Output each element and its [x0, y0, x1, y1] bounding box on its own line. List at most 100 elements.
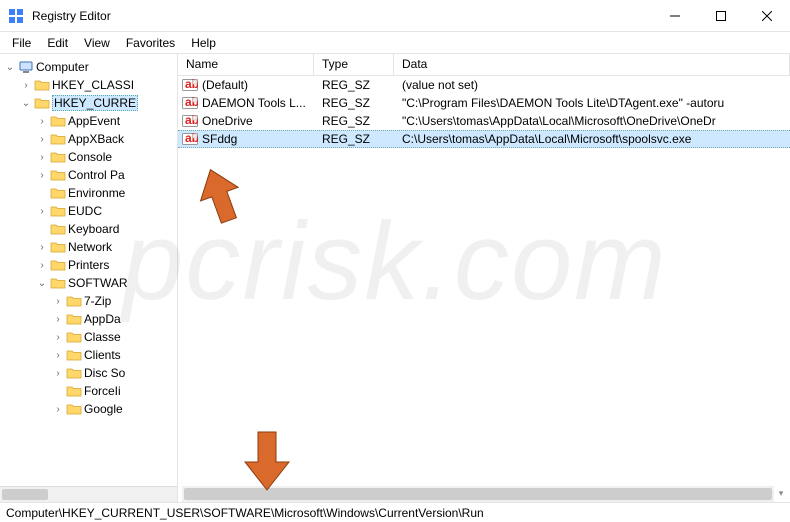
chevron-right-icon[interactable]: [36, 260, 48, 271]
tree-item-label: Clients: [84, 348, 121, 362]
close-button[interactable]: [744, 0, 790, 31]
tree-item-label: SOFTWAR: [68, 276, 128, 290]
value-name: (Default): [202, 78, 248, 92]
cell-type: REG_SZ: [314, 78, 394, 92]
chevron-right-icon[interactable]: [36, 152, 48, 163]
folder-icon: [50, 113, 66, 129]
chevron-down-icon[interactable]: [20, 98, 32, 109]
tree-item[interactable]: HKEY_CLASSI: [0, 76, 177, 94]
cell-data: "C:\Users\tomas\AppData\Local\Microsoft\…: [394, 114, 790, 128]
tree-item[interactable]: Keyboard: [0, 220, 177, 238]
tree-item[interactable]: 7-Zip: [0, 292, 177, 310]
list-row[interactable]: DAEMON Tools L... REG_SZ"C:\Program Files…: [178, 94, 790, 112]
registry-tree[interactable]: Computer HKEY_CLASSIHKEY_CURREAppEvent App…: [0, 54, 178, 502]
tree-item-label: Classe: [84, 330, 121, 344]
scrollbar-thumb[interactable]: [184, 488, 772, 500]
minimize-button[interactable]: [652, 0, 698, 31]
chevron-right-icon[interactable]: [36, 170, 48, 181]
chevron-right-icon[interactable]: [36, 242, 48, 253]
chevron-right-icon[interactable]: [52, 350, 64, 361]
status-path: Computer\HKEY_CURRENT_USER\SOFTWARE\Micr…: [6, 506, 484, 520]
col-header-type[interactable]: Type: [314, 54, 394, 75]
folder-icon: [50, 257, 66, 273]
folder-icon: [50, 167, 66, 183]
scrollbar-thumb[interactable]: [2, 489, 48, 500]
chevron-right-icon[interactable]: [52, 404, 64, 415]
folder-icon: [50, 149, 66, 165]
list-row[interactable]: (Default)REG_SZ(value not set): [178, 76, 790, 94]
cell-type: REG_SZ: [314, 114, 394, 128]
folder-icon: [50, 221, 66, 237]
tree-item-label: AppXBack: [68, 132, 124, 146]
tree-item[interactable]: Network: [0, 238, 177, 256]
tree-hscrollbar[interactable]: [0, 486, 177, 502]
chevron-right-icon[interactable]: [52, 332, 64, 343]
tree-item[interactable]: Printers: [0, 256, 177, 274]
string-value-icon: [182, 77, 198, 93]
tree-item-label: Keyboard: [68, 222, 119, 236]
folder-icon: [50, 185, 66, 201]
cell-type: REG_SZ: [314, 96, 394, 110]
tree-item[interactable]: ForceIi: [0, 382, 177, 400]
folder-icon: [66, 311, 82, 327]
value-name: DAEMON Tools L...: [202, 96, 306, 110]
chevron-right-icon[interactable]: [36, 116, 48, 127]
string-value-icon: [182, 95, 198, 111]
chevron-right-icon[interactable]: [52, 296, 64, 307]
tree-item-label: Computer: [36, 60, 89, 74]
value-list-pane: Name Type Data (Default)REG_SZ(value not…: [178, 54, 790, 502]
chevron-down-icon[interactable]: [4, 62, 16, 73]
tree-item[interactable]: Google: [0, 400, 177, 418]
tree-item[interactable]: AppEvent: [0, 112, 177, 130]
col-header-data[interactable]: Data: [394, 54, 790, 75]
menu-edit[interactable]: Edit: [41, 34, 74, 52]
menu-bar: File Edit View Favorites Help: [0, 32, 790, 54]
chevron-right-icon[interactable]: [20, 80, 32, 91]
maximize-button[interactable]: [698, 0, 744, 31]
tree-item[interactable]: Clients: [0, 346, 177, 364]
menu-file[interactable]: File: [6, 34, 37, 52]
cell-type: REG_SZ: [314, 132, 394, 146]
value-name: OneDrive: [202, 114, 253, 128]
chevron-down-icon[interactable]: [36, 278, 48, 289]
chevron-right-icon[interactable]: [36, 206, 48, 217]
tree-item[interactable]: Disc So: [0, 364, 177, 382]
tree-item[interactable]: AppXBack: [0, 130, 177, 148]
col-header-name[interactable]: Name: [178, 54, 314, 75]
tree-item[interactable]: Console: [0, 148, 177, 166]
window-title: Registry Editor: [32, 9, 652, 23]
tree-item[interactable]: Environme: [0, 184, 177, 202]
tree-item[interactable]: Control Pa: [0, 166, 177, 184]
tree-item-label: Printers: [68, 258, 109, 272]
tree-item-label: 7-Zip: [84, 294, 111, 308]
cell-data: "C:\Program Files\DAEMON Tools Lite\DTAg…: [394, 96, 790, 110]
title-bar: Registry Editor: [0, 0, 790, 32]
chevron-right-icon[interactable]: [52, 314, 64, 325]
menu-help[interactable]: Help: [185, 34, 222, 52]
tree-item-label: Environme: [68, 186, 125, 200]
folder-icon: [34, 95, 50, 111]
folder-icon: [50, 239, 66, 255]
folder-icon: [34, 77, 50, 93]
chevron-right-icon[interactable]: [36, 134, 48, 145]
chevron-right-icon[interactable]: [52, 368, 64, 379]
tree-item[interactable]: Classe: [0, 328, 177, 346]
app-icon: [8, 8, 24, 24]
folder-icon: [50, 131, 66, 147]
list-row[interactable]: OneDrive REG_SZ"C:\Users\tomas\AppData\Lo…: [178, 112, 790, 130]
cell-name: (Default): [178, 77, 314, 93]
menu-view[interactable]: View: [78, 34, 116, 52]
string-value-icon: [182, 113, 198, 129]
tree-item-label: Network: [68, 240, 112, 254]
list-body[interactable]: (Default)REG_SZ(value not set)DAEMON Too…: [178, 76, 790, 486]
tree-item[interactable]: SOFTWAR: [0, 274, 177, 292]
tree-item-label: AppDa: [84, 312, 121, 326]
list-row[interactable]: SFddgREG_SZC:\Users\tomas\AppData\Local\…: [178, 130, 790, 148]
tree-item[interactable]: AppDa: [0, 310, 177, 328]
menu-favorites[interactable]: Favorites: [120, 34, 181, 52]
tree-item[interactable]: Computer: [0, 58, 177, 76]
list-hscrollbar[interactable]: [182, 486, 774, 502]
tree-item[interactable]: EUDC: [0, 202, 177, 220]
vscroll-arrow-down-icon[interactable]: ▾: [774, 486, 788, 500]
tree-item[interactable]: HKEY_CURRE: [0, 94, 177, 112]
